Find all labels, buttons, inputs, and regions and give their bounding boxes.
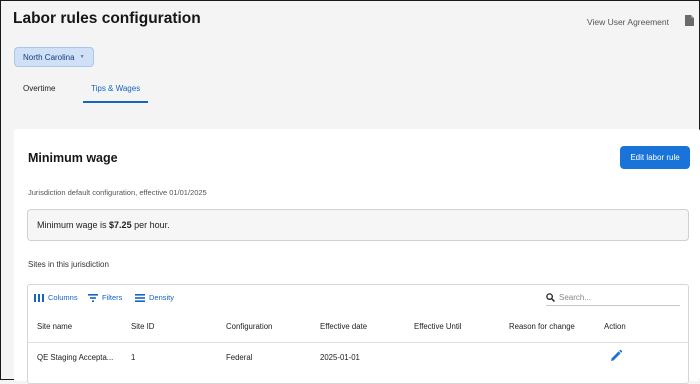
page-title: Labor rules configuration [13, 10, 201, 27]
cell-configuration: Federal [226, 353, 253, 362]
cell-effective-date: 2025-01-01 [320, 353, 360, 362]
minimum-wage-summary: Minimum wage is $7.25 per hour. [27, 209, 689, 241]
column-header-effective-date[interactable]: Effective date [320, 316, 367, 338]
cell-site-name: QE Staging Accepta... [37, 353, 114, 362]
filters-label: Filters [102, 293, 123, 302]
search-input[interactable] [559, 292, 669, 302]
column-header-configuration[interactable]: Configuration [226, 316, 272, 338]
jurisdiction-select[interactable]: North Carolina ▼ [14, 47, 94, 67]
cell-site-id: 1 [131, 353, 136, 362]
columns-label: Columns [48, 293, 78, 302]
search-icon [546, 292, 555, 302]
jurisdiction-select-value: North Carolina [23, 52, 75, 62]
columns-icon [34, 293, 44, 302]
page-header: Labor rules configuration View User Agre… [1, 1, 699, 121]
density-label: Density [149, 293, 175, 302]
card-title: Minimum wage [28, 151, 118, 165]
column-header-action: Action [604, 322, 626, 331]
tab-tips-wages[interactable]: Tips & Wages [83, 77, 149, 103]
columns-button[interactable]: Columns [34, 293, 78, 302]
tab-overtime[interactable]: Overtime [23, 77, 55, 101]
column-header-site-name[interactable]: Site name [37, 316, 72, 338]
minimum-wage-card: Minimum wage Edit labor rule Jurisdictio… [14, 129, 700, 384]
edit-labor-rule-button[interactable]: Edit labor rule [620, 146, 690, 169]
grid-search [546, 289, 680, 306]
pencil-icon[interactable] [609, 349, 623, 363]
min-wage-value: $7.25 [109, 220, 132, 230]
column-header-site-id[interactable]: Site ID [131, 316, 154, 338]
min-wage-prefix: Minimum wage is [37, 220, 107, 230]
filters-button[interactable]: Filters [88, 293, 122, 302]
sites-heading: Sites in this jurisdiction [28, 260, 109, 269]
density-button[interactable]: Density [135, 293, 174, 302]
min-wage-suffix: per hour. [134, 220, 170, 230]
density-icon [135, 293, 145, 302]
filter-icon [88, 293, 98, 302]
header-divider [28, 342, 688, 343]
configuration-note: Jurisdiction default configuration, effe… [28, 188, 207, 197]
view-user-agreement-link[interactable]: View User Agreement [587, 17, 669, 27]
column-header-effective-until[interactable]: Effective Until [414, 316, 462, 338]
chevron-down-icon: ▼ [79, 54, 85, 60]
column-header-reason-for-change[interactable]: Reason for change [509, 316, 575, 338]
document-icon[interactable] [685, 15, 694, 26]
sites-data-grid: Columns Filters Density Si [27, 284, 689, 384]
